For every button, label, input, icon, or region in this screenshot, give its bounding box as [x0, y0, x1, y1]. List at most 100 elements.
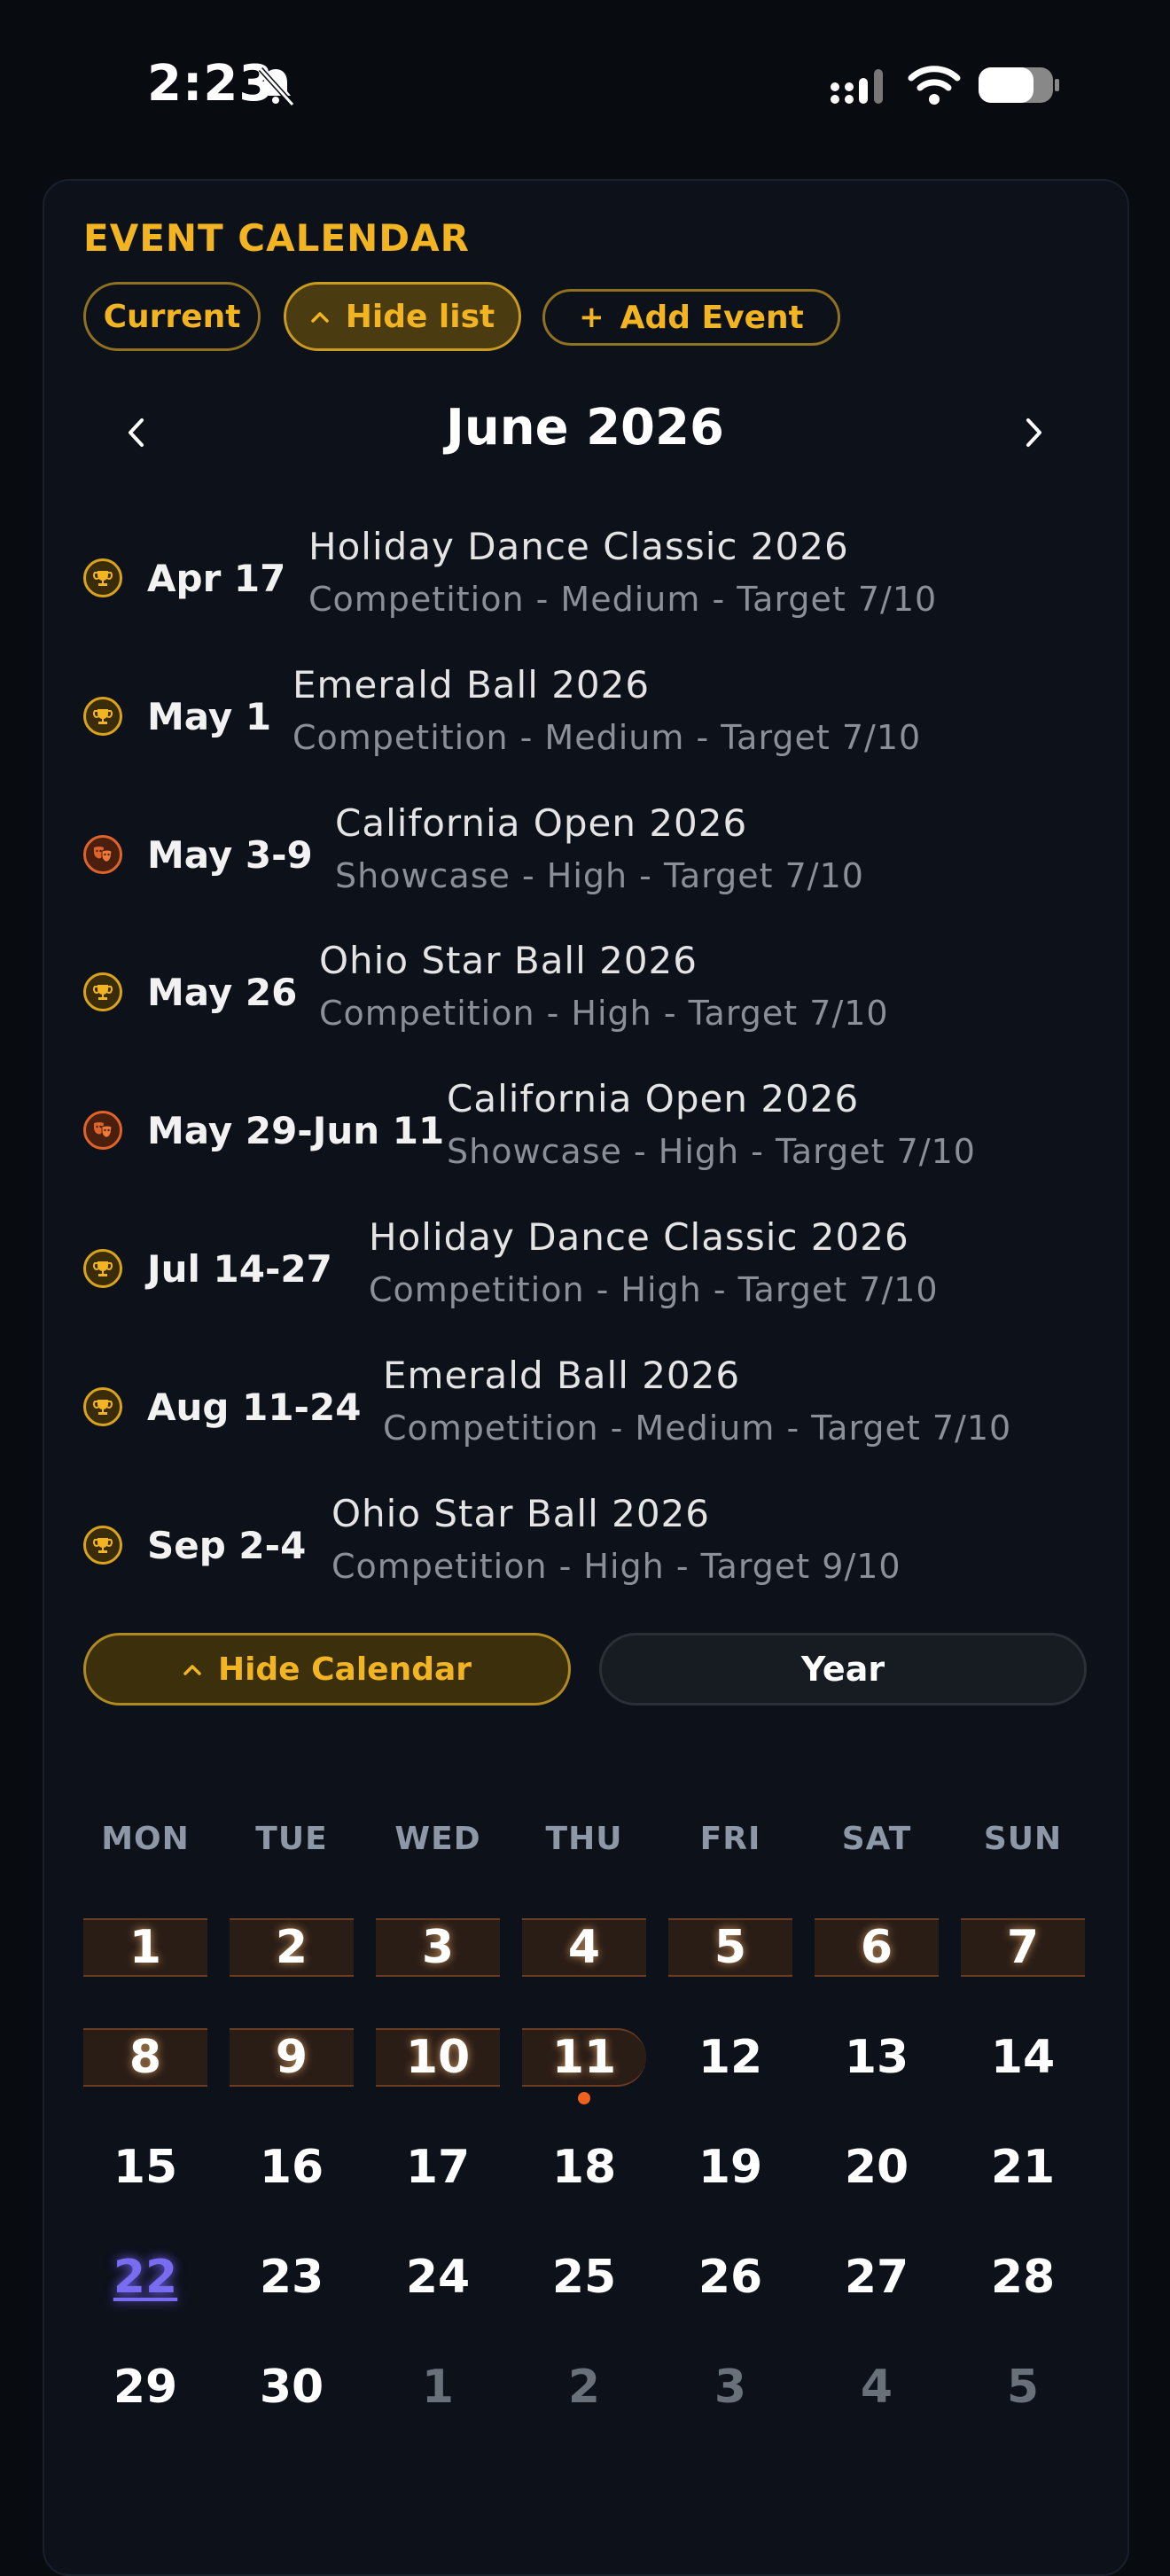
calendar-day[interactable]: 15 [83, 2138, 207, 2197]
calendar-day[interactable]: 16 [230, 2138, 354, 2197]
chevron-up-icon [310, 312, 329, 323]
current-button-label: Current [103, 298, 241, 335]
calendar-day[interactable]: 23 [230, 2248, 354, 2307]
calendar-day[interactable]: 19 [668, 2138, 792, 2197]
bell-muted-icon [258, 66, 295, 107]
calendar-day[interactable]: 18 [522, 2138, 646, 2197]
calendar-day[interactable]: 8 [83, 2028, 207, 2087]
calendar-day-other-month[interactable]: 4 [815, 2358, 939, 2416]
event-name: Ohio Star Ball 2026 [332, 1491, 711, 1535]
event-list-item[interactable]: Aug 11-24 Emerald Ball 2026 Competition - … [83, 1354, 1094, 1460]
calendar-day[interactable]: 5 [668, 1918, 792, 1977]
event-list-item[interactable]: May 26 Ohio Star Ball 2026 Competition - H… [83, 939, 1094, 1045]
hide-list-button[interactable]: Hide list [284, 282, 521, 351]
event-meta: Showcase - High - Target 7/10 [447, 1132, 976, 1172]
event-name: Holiday Dance Classic 2026 [308, 525, 849, 568]
calendar-day[interactable]: 21 [961, 2138, 1085, 2197]
battery-icon [979, 67, 1059, 103]
event-date: May 3-9 [147, 832, 313, 877]
calendar-day[interactable]: 13 [815, 2028, 939, 2087]
weekday-header: TUE [255, 1821, 328, 1857]
event-list-item[interactable]: Sep 2-4 Ohio Star Ball 2026 Competition - … [83, 1492, 1094, 1598]
calendar-day-other-month[interactable]: 2 [522, 2358, 646, 2416]
plus-icon: + [579, 300, 604, 335]
next-month-button[interactable] [1012, 406, 1057, 459]
chevron-left-icon [129, 418, 144, 447]
calendar-day[interactable]: 10 [376, 2028, 500, 2087]
weekday-header: THU [545, 1821, 623, 1857]
event-date: May 29-Jun 11 [147, 1109, 445, 1153]
calendar-day[interactable]: 24 [376, 2248, 500, 2307]
event-list-item[interactable]: May 1 Emerald Ball 2026 Competition - Medi… [83, 663, 1094, 769]
calendar-day[interactable]: 1 [83, 1918, 207, 1977]
event-name: Emerald Ball 2026 [383, 1353, 741, 1397]
chevron-up-icon [183, 1665, 201, 1675]
add-event-label: Add Event [620, 299, 804, 336]
calendar-day-other-month[interactable]: 1 [376, 2358, 500, 2416]
calendar-day[interactable]: 2 [230, 1918, 354, 1977]
event-meta: Competition - High - Target 9/10 [332, 1546, 901, 1586]
event-meta: Showcase - High - Target 7/10 [335, 855, 864, 895]
trophy-icon [83, 558, 122, 597]
calendar-day[interactable]: 11 [522, 2028, 646, 2087]
calendar-day[interactable]: 28 [961, 2248, 1085, 2307]
event-date: May 26 [147, 971, 298, 1015]
event-list-item[interactable]: May 3-9 California Open 2026 Showcase - Hi… [83, 801, 1094, 908]
theater-masks-icon [83, 1111, 122, 1151]
event-meta: Competition - Medium - Target 7/10 [308, 580, 938, 619]
theater-masks-icon [83, 834, 122, 874]
calendar-day[interactable]: 4 [522, 1918, 646, 1977]
calendar-day-other-month[interactable]: 5 [961, 2358, 1085, 2416]
year-view-label: Year [800, 1650, 885, 1689]
event-name: California Open 2026 [447, 1077, 860, 1121]
event-date: Sep 2-4 [147, 1523, 307, 1567]
calendar-day[interactable]: 29 [83, 2358, 207, 2416]
trophy-icon [83, 972, 122, 1012]
calendar-day[interactable]: 12 [668, 2028, 792, 2087]
wifi-icon [908, 66, 961, 105]
event-date: May 1 [147, 694, 272, 738]
hide-list-label: Hide list [345, 298, 495, 335]
year-view-button[interactable]: Year [599, 1633, 1087, 1706]
chevron-right-icon [1026, 418, 1041, 447]
trophy-icon [83, 696, 122, 736]
calendar-day[interactable]: 25 [522, 2248, 646, 2307]
add-event-button[interactable]: + Add Event [542, 289, 840, 346]
event-name: Ohio Star Ball 2026 [319, 939, 698, 983]
event-list-item[interactable]: May 29-Jun 11 California Open 2026 Showcas… [83, 1077, 1094, 1183]
event-name: Holiday Dance Classic 2026 [369, 1215, 909, 1259]
hide-calendar-label: Hide Calendar [217, 1651, 472, 1688]
calendar-day[interactable]: 6 [815, 1918, 939, 1977]
event-meta: Competition - High - Target 7/10 [319, 994, 889, 1034]
weekday-header: MON [101, 1821, 190, 1857]
previous-month-button[interactable] [113, 406, 158, 459]
current-button[interactable]: Current [83, 282, 261, 351]
trophy-icon [83, 1525, 122, 1565]
calendar-day[interactable]: 17 [376, 2138, 500, 2197]
calendar-day-other-month[interactable]: 3 [668, 2358, 792, 2416]
trophy-icon [83, 1249, 122, 1288]
calendar-day[interactable]: 3 [376, 1918, 500, 1977]
event-list-item[interactable]: Apr 17 Holiday Dance Classic 2026 Competit… [83, 525, 1094, 631]
event-meta: Competition - Medium - Target 7/10 [383, 1408, 1012, 1448]
calendar-day-today[interactable]: 22 [83, 2248, 207, 2307]
cellular-signal-icon [831, 69, 883, 104]
month-title: June 2026 [446, 399, 724, 457]
weekday-header: SAT [841, 1821, 912, 1857]
calendar-day[interactable]: 20 [815, 2138, 939, 2197]
calendar-day[interactable]: 14 [961, 2028, 1085, 2087]
event-name: California Open 2026 [335, 800, 748, 845]
trophy-icon [83, 1386, 122, 1426]
event-name: Emerald Ball 2026 [292, 662, 651, 706]
weekday-header: FRI [699, 1821, 761, 1857]
calendar-day[interactable]: 7 [961, 1918, 1085, 1977]
card-title: EVENT CALENDAR [83, 216, 470, 260]
calendar-day[interactable]: 30 [230, 2358, 354, 2416]
event-list-item[interactable]: Jul 14-27 Holiday Dance Classic 2026 Compe… [83, 1215, 1094, 1322]
event-date: Jul 14-27 [147, 1247, 332, 1291]
calendar-day[interactable]: 27 [815, 2248, 939, 2307]
hide-calendar-button[interactable]: Hide Calendar [83, 1633, 571, 1706]
calendar-day[interactable]: 26 [668, 2248, 792, 2307]
weekday-header: SUN [983, 1821, 1063, 1857]
calendar-day[interactable]: 9 [230, 2028, 354, 2087]
